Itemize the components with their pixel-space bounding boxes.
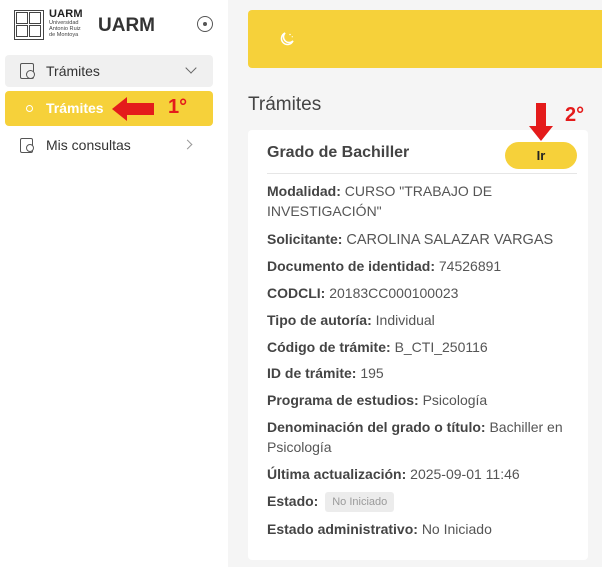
step-2-label: 2° [565,104,585,126]
sidebar-item-label: Mis consultas [46,137,131,153]
field-value: B_CTI_250116 [394,339,488,355]
brand-wordmark: UARM Universidad Antonio Ruiz de Montoya [49,8,83,38]
field-label: ID de trámite: [267,365,357,381]
field-label: Documento de identidad: [267,258,435,274]
sidebar-group-label: Trámites [46,63,100,79]
field-label: Tipo de autoría: [267,312,372,328]
field-estado: Estado: No Iniciado [267,491,567,513]
field-value: 74526891 [438,258,502,274]
field-value: Psicología [422,392,488,408]
brand-institution-line3: de Montoya [49,32,79,38]
card-title: Grado de Bachiller [267,144,410,161]
field-value: 2025-09-01 11:46 [410,466,520,482]
chevron-right-icon [182,139,193,150]
red-arrow-down-icon [529,103,553,141]
circle-icon [26,105,33,112]
field-programa: Programa de estudios: Psicología [267,390,567,410]
field-value: CAROLINA SALAZAR VARGAS [346,232,554,248]
divider [267,173,577,174]
field-label: Código de trámite: [267,339,391,355]
moon-icon[interactable] [278,30,296,48]
field-estado-administrativo: Estado administrativo: No Iniciado [267,519,567,539]
field-documento: Documento de identidad: 74526891 [267,256,567,276]
field-denominacion: Denominación del grado o título: Bachill… [267,417,567,457]
field-solicitante: Solicitante: CAROLINA SALAZAR VARGAS [267,229,567,250]
field-label: Estado: [267,493,319,509]
red-arrow-left-icon [112,97,154,121]
brand-short-name: UARM [49,8,83,20]
sidebar: UARM Universidad Antonio Ruiz de Montoya… [0,0,226,567]
university-logo-icon [14,10,44,40]
page-title: Trámites [248,94,322,115]
field-label: Solicitante: [267,231,343,247]
field-value: Individual [375,312,435,328]
field-ultima-actualizacion: Última actualización: 2025-09-01 11:46 [267,464,567,484]
field-label: Última actualización: [267,466,407,482]
top-bar [248,10,602,68]
folder-search-icon [20,138,34,153]
sidebar-group-tramites[interactable]: Trámites [5,55,213,87]
sidebar-item-mis-consultas[interactable]: Mis consultas [5,130,213,162]
field-label: Denominación del grado o título: [267,419,486,435]
status-badge: No Iniciado [325,492,395,513]
field-codcli: CODCLI: 20183CC000100023 [267,283,567,303]
ir-button[interactable]: Ir [505,142,577,169]
field-value: 20183CC000100023 [329,285,459,301]
chevron-down-icon [185,62,197,74]
document-search-icon [20,63,35,79]
field-value: 195 [360,365,384,381]
field-tipo-autoria: Tipo de autoría: Individual [267,310,567,330]
brand-title: UARM [98,15,155,36]
field-label: Estado administrativo: [267,521,418,537]
field-label: Modalidad: [267,183,341,199]
brand-header: UARM Universidad Antonio Ruiz de Montoya… [12,8,222,44]
field-label: Programa de estudios: [267,392,419,408]
sidebar-item-label: Trámites [46,100,104,116]
field-label: CODCLI: [267,285,326,301]
tramite-card: Grado de Bachiller Ir Modalidad: CURSO "… [248,130,588,560]
field-id-tramite: ID de trámite: 195 [267,363,567,383]
sidebar-toggle-icon[interactable] [197,16,213,32]
step-1-label: 1° [168,96,188,118]
main-content: Trámites Grado de Bachiller Ir Modalidad… [228,0,602,567]
field-modalidad: Modalidad: CURSO "TRABAJO DE INVESTIGACI… [267,181,567,221]
field-codigo-tramite: Código de trámite: B_CTI_250116 [267,337,567,357]
field-value: No Iniciado [421,521,492,537]
